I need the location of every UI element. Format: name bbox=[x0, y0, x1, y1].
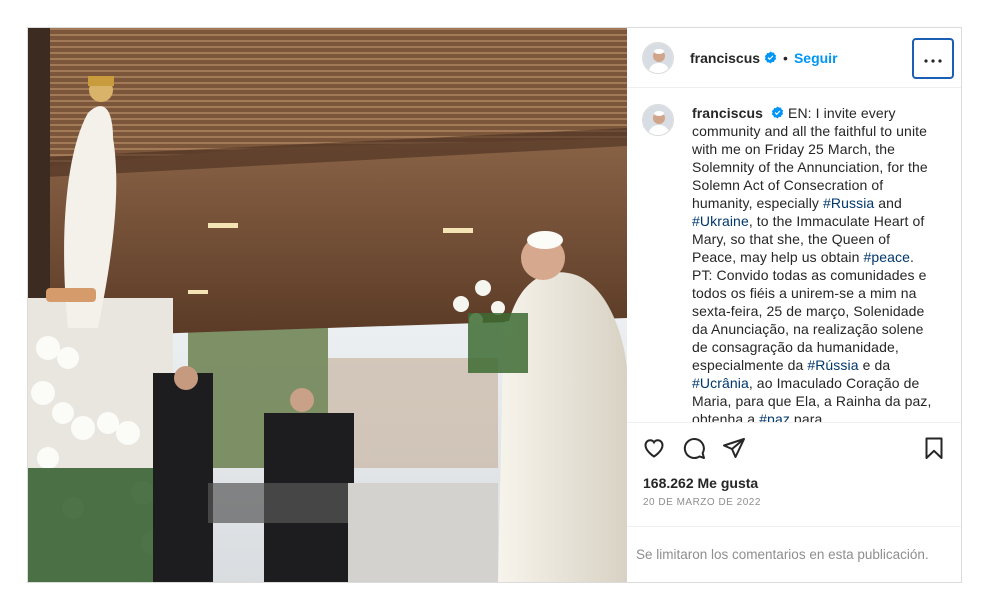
caption-area[interactable]: franciscus EN: I invite every community … bbox=[627, 88, 961, 423]
comment-icon[interactable] bbox=[682, 436, 706, 460]
avatar[interactable] bbox=[642, 41, 674, 74]
post-date[interactable]: 20 de marzo de 2022 bbox=[627, 497, 961, 508]
heart-icon[interactable] bbox=[642, 436, 666, 460]
more-options-button[interactable] bbox=[912, 38, 954, 79]
caption-username[interactable]: franciscus bbox=[692, 105, 763, 121]
caption-segment: e da bbox=[858, 357, 891, 373]
caption-segment: and bbox=[874, 195, 902, 211]
separator-dot: • bbox=[783, 49, 788, 66]
more-horizontal-icon bbox=[924, 50, 942, 68]
comments-limited-notice: Se limitaron los comentarios en esta pub… bbox=[627, 526, 961, 582]
share-icon[interactable] bbox=[722, 436, 746, 460]
caption-segment: para bbox=[789, 411, 823, 423]
post-photo[interactable] bbox=[28, 28, 627, 582]
username[interactable]: franciscus bbox=[690, 50, 760, 66]
post-actions bbox=[627, 423, 961, 473]
hashtag-link[interactable]: #Ukraine bbox=[692, 213, 749, 229]
verified-badge-icon bbox=[764, 51, 777, 64]
follow-button[interactable]: Seguir bbox=[794, 50, 838, 66]
caption-text: franciscus EN: I invite every community … bbox=[692, 104, 934, 422]
caption-segment: . PT: Convido todas as comunidades e tod… bbox=[692, 249, 927, 373]
hashtag-link[interactable]: #paz bbox=[759, 411, 790, 422]
bookmark-icon[interactable] bbox=[922, 436, 946, 460]
post-header: franciscus • Seguir bbox=[627, 28, 961, 88]
post-side-panel: franciscus • Seguir franciscus EN: I inv… bbox=[627, 28, 961, 582]
instagram-post: franciscus • Seguir franciscus EN: I inv… bbox=[27, 27, 962, 583]
hashtag-link[interactable]: #Russia bbox=[823, 195, 874, 211]
hashtag-link[interactable]: #Rússia bbox=[807, 357, 858, 373]
hashtag-link[interactable]: #peace bbox=[863, 249, 910, 265]
caption-avatar[interactable] bbox=[642, 104, 674, 136]
verified-badge-icon bbox=[771, 106, 784, 119]
likes-count[interactable]: 168.262 Me gusta bbox=[627, 475, 961, 491]
hashtag-link[interactable]: #Ucrânia bbox=[692, 375, 749, 391]
caption-body: EN: I invite every community and all the… bbox=[692, 105, 932, 423]
